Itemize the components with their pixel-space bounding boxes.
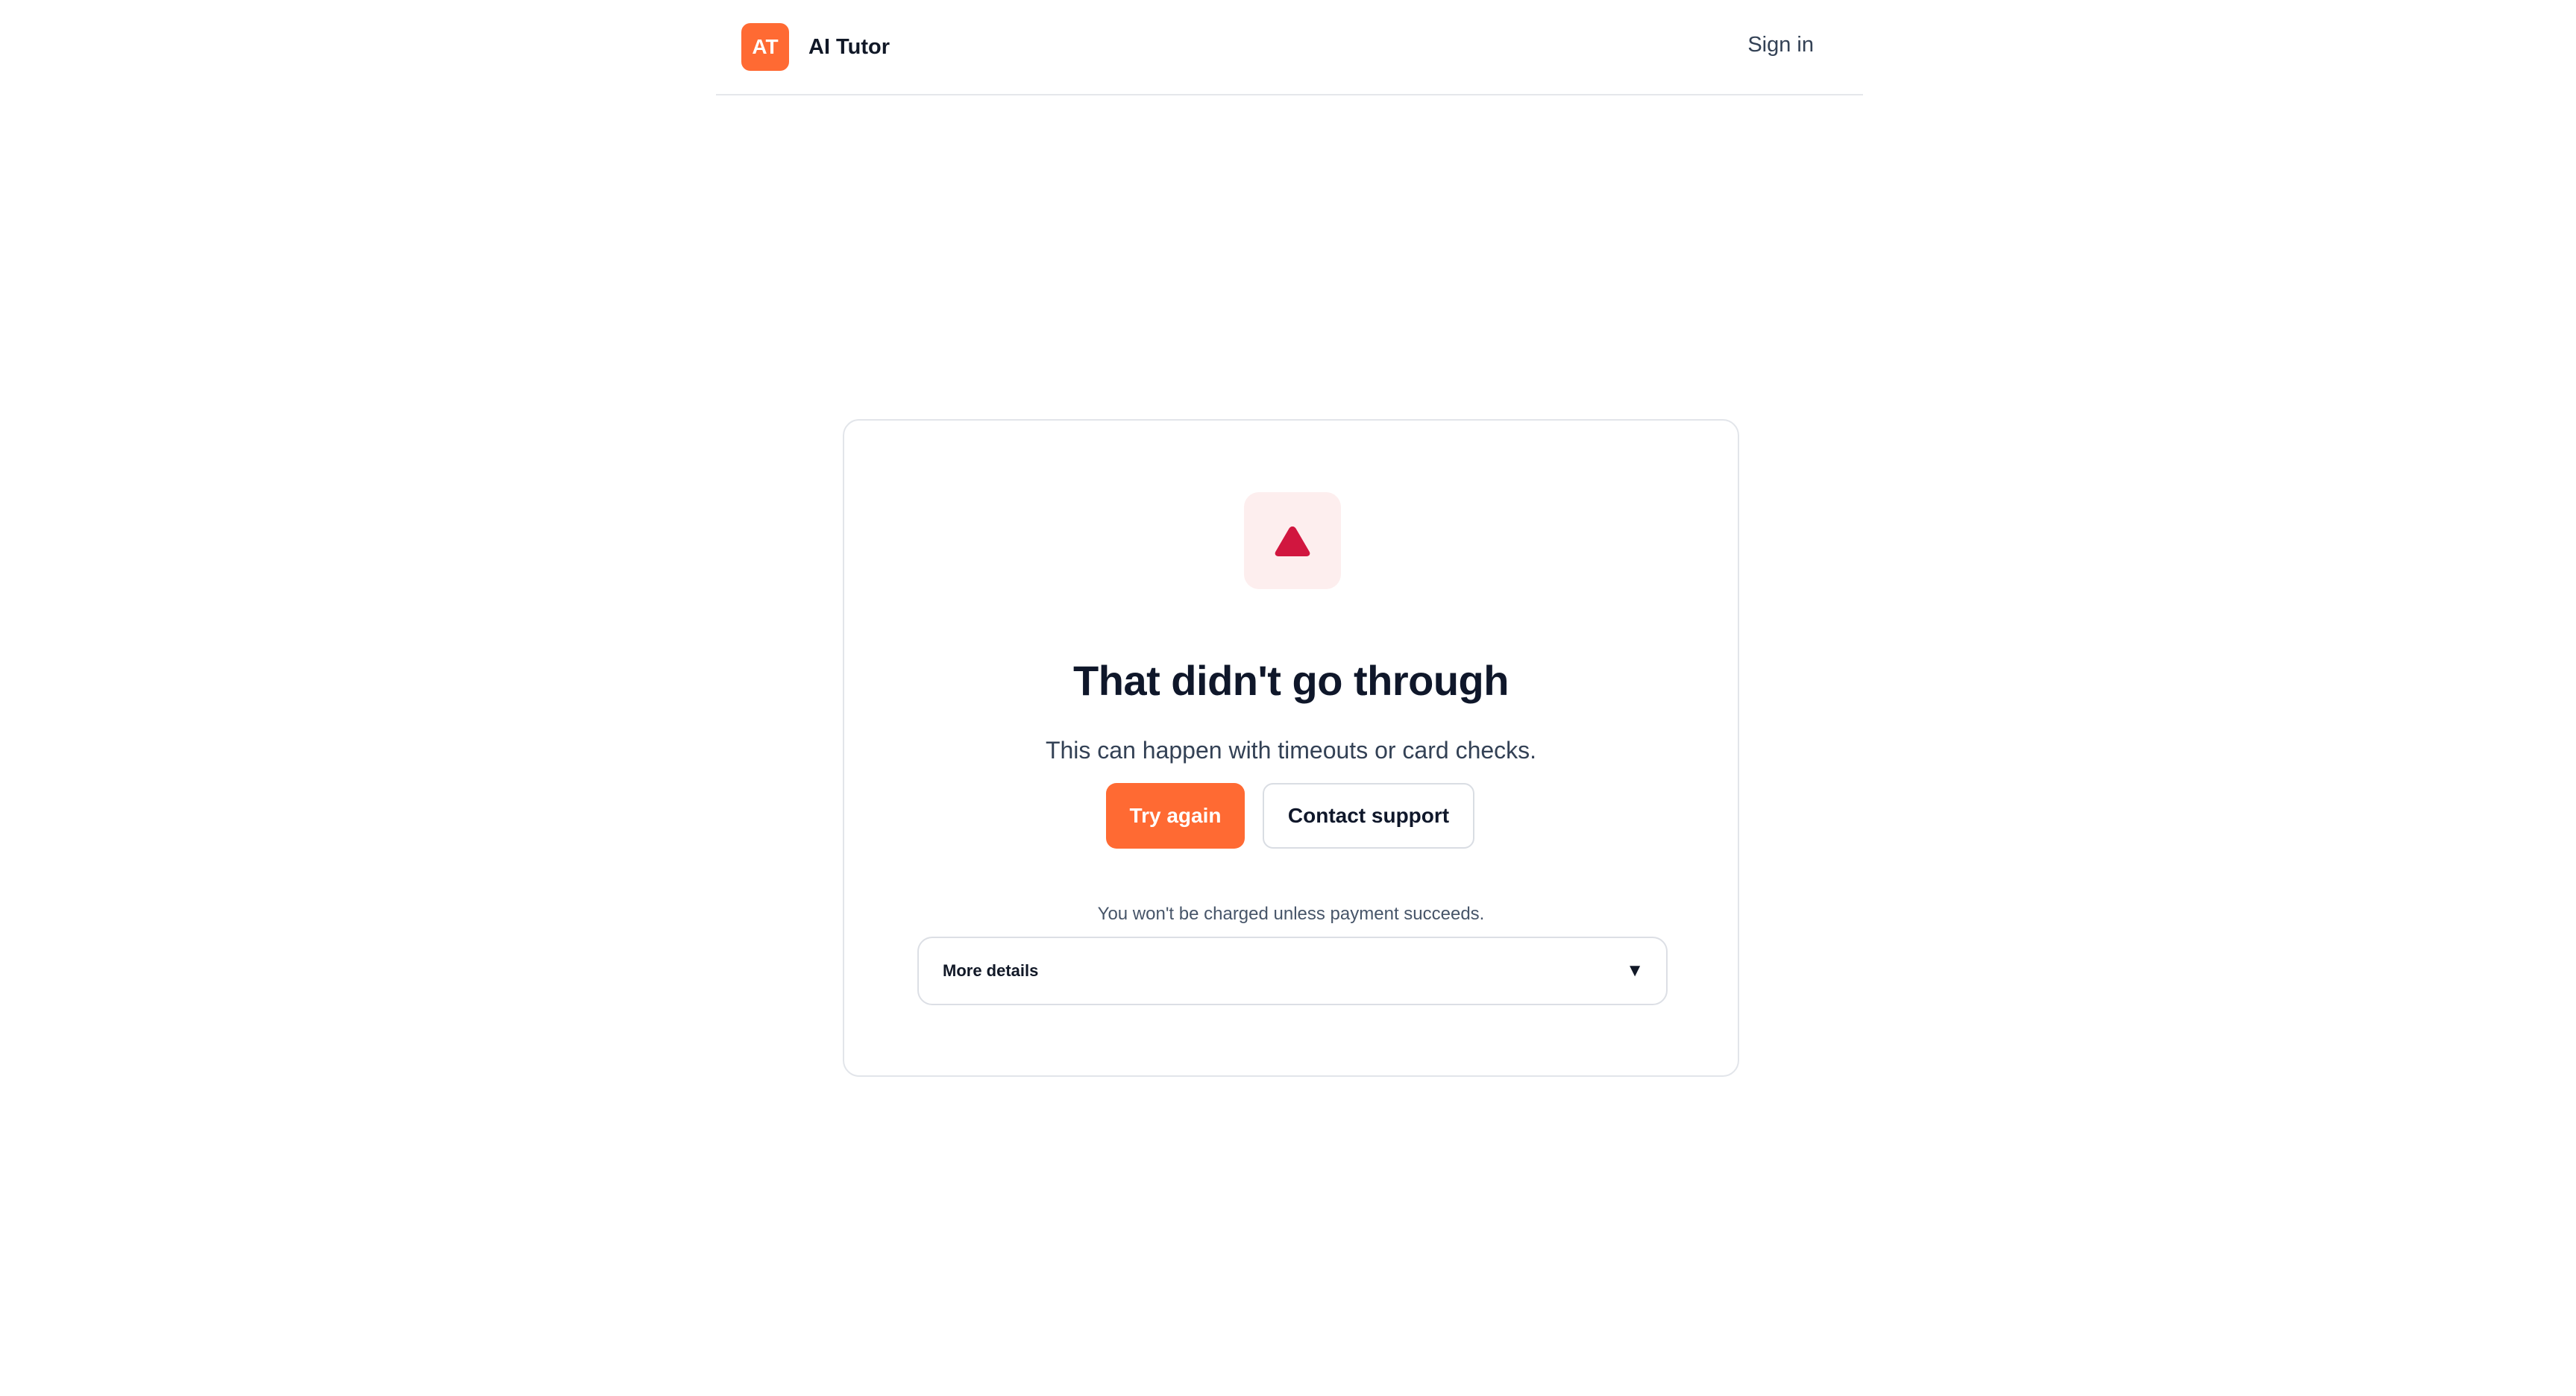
- error-title: That didn't go through: [1073, 656, 1509, 704]
- more-details-label: More details: [943, 961, 1039, 980]
- error-subtitle: This can happen with timeouts or card ch…: [1045, 737, 1537, 764]
- contact-support-button[interactable]: Contact support: [1263, 783, 1474, 849]
- caret-down-icon: ▼: [1626, 960, 1644, 981]
- top-navigation-bar: AT AI Tutor Sign in: [716, 0, 1863, 95]
- try-again-button[interactable]: Try again: [1106, 783, 1245, 849]
- action-buttons: Try again Contact support: [844, 783, 1738, 849]
- billing-note: You won't be charged unless payment succ…: [1097, 904, 1485, 924]
- warning-triangle-icon: [1275, 526, 1310, 556]
- app-name: AI Tutor: [808, 34, 890, 59]
- brand[interactable]: AT AI Tutor: [741, 23, 890, 71]
- logo-badge: AT: [741, 23, 789, 71]
- sign-in-link[interactable]: Sign in: [1747, 33, 1814, 57]
- payment-error-card: That didn't go through This can happen w…: [843, 419, 1739, 1077]
- more-details-toggle[interactable]: More details ▼: [917, 937, 1668, 1005]
- alert-icon-tile: [1244, 492, 1341, 589]
